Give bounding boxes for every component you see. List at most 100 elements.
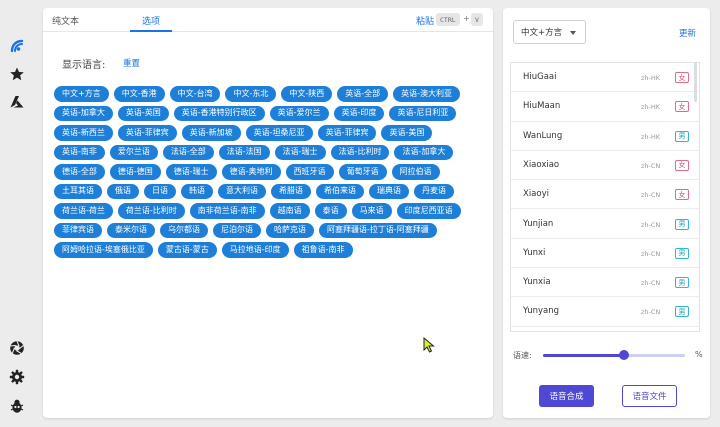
language-chip[interactable]: 俄语 [107, 183, 139, 199]
language-chip[interactable]: 中文-东北 [225, 86, 277, 102]
language-chip[interactable]: 法语-瑞士 [274, 144, 326, 160]
brand-icon[interactable] [8, 37, 26, 55]
language-chip[interactable]: 英语-澳大利亚 [393, 86, 461, 102]
voice-list-scrollbar[interactable] [694, 62, 697, 102]
voice-list-item[interactable]: HiuMaan zh-HK 女 [511, 92, 699, 122]
voice-list-item[interactable]: Yunxi zh-CN 男 [511, 239, 699, 269]
language-chip[interactable]: 英语-菲律宾 [117, 125, 177, 141]
language-chip[interactable]: 德语-德国 [109, 164, 161, 180]
language-chip[interactable]: 英语-英国 [117, 105, 169, 121]
language-chip[interactable]: 英语-香港特别行政区 [173, 105, 265, 121]
language-chip[interactable]: 韩语 [181, 183, 213, 199]
language-chip[interactable]: 英语-爱尔兰 [269, 105, 329, 121]
language-chip[interactable]: 西班牙语 [285, 164, 334, 180]
language-chip[interactable]: 德语-瑞士 [165, 164, 217, 180]
language-chip[interactable]: 希伯来语 [316, 183, 364, 199]
voice-locale: zh-CN [641, 308, 661, 317]
bug-icon[interactable] [8, 397, 26, 415]
language-chip[interactable]: 瑞典语 [369, 183, 409, 199]
voice-list-item[interactable]: WanLung zh-HK 男 [511, 122, 699, 151]
language-chip[interactable]: 中文-台湾 [169, 86, 221, 102]
language-chip[interactable]: 马拉地语-印度 [221, 242, 289, 258]
gender-badge: 女 [675, 189, 689, 201]
language-select[interactable]: 中文+方言 [513, 20, 586, 44]
language-chip[interactable]: 菲律宾语 [54, 222, 102, 238]
language-chip[interactable]: 阿拉伯语 [391, 164, 440, 180]
language-chip[interactable]: 马来语 [351, 203, 392, 219]
language-chip[interactable]: 日语 [144, 183, 176, 199]
language-chip[interactable]: 荷兰语-比利时 [117, 203, 185, 219]
language-chip[interactable]: 土耳其语 [54, 183, 102, 199]
voice-list-item[interactable]: Yunjian zh-CN 男 [511, 210, 699, 239]
gender-badge: 男 [675, 247, 689, 259]
language-chip[interactable]: 英语-菲律宾 [317, 125, 377, 141]
language-chip[interactable]: 中文-陕西 [281, 86, 333, 102]
paste-button[interactable]: 粘贴 [416, 14, 434, 27]
tab-plain-text[interactable]: 纯文本 [52, 14, 79, 27]
language-chip[interactable]: 印度尼西亚语 [396, 203, 461, 219]
language-chip[interactable]: 英语-印度 [333, 105, 385, 121]
language-chip[interactable]: 法语-加拿大 [394, 144, 454, 160]
shortcut-key-ctrl: CTRL [436, 13, 460, 26]
language-chip[interactable]: 蒙古语-蒙古 [157, 242, 217, 258]
language-chip[interactable]: 葡萄牙语 [338, 164, 387, 180]
voice-list: HiuGaai zh-HK 女 HiuMaan zh-HK 女 WanLung zh-HK 男 X… [510, 62, 700, 332]
language-chip[interactable]: 英语-加拿大 [54, 105, 113, 121]
voice-locale: zh-HK [641, 103, 661, 112]
voice-panel: 中文+方言 更新 HiuGaai zh-HK 女 HiuMaan zh-HK 女 WanLu… [503, 8, 710, 418]
language-chip[interactable]: 泰米尔语 [107, 222, 155, 238]
language-chip[interactable]: 爱尔兰语 [109, 144, 158, 160]
language-chip[interactable]: 荷兰语-荷兰 [54, 203, 113, 219]
language-chip[interactable]: 英语-坦桑尼亚 [245, 125, 313, 141]
language-chip[interactable]: 英语-尼日利亚 [389, 105, 457, 121]
language-chip[interactable]: 尼泊尔语 [213, 222, 261, 238]
language-chip[interactable]: 中文+方言 [54, 86, 109, 102]
voice-list-item[interactable]: Xiaoyi zh-CN 女 [511, 180, 699, 210]
language-chip[interactable]: 中文-香港 [113, 86, 165, 102]
language-chip[interactable]: 哈萨克语 [266, 222, 314, 238]
tab-options[interactable]: 选项 [142, 14, 160, 27]
voice-list-item[interactable]: HiuGaai zh-HK 女 [511, 63, 699, 93]
shortcut-plus: + [463, 14, 470, 23]
voice-list-item[interactable]: Yunxia zh-CN 男 [511, 268, 699, 298]
voice-locale: zh-CN [641, 191, 661, 200]
language-chip[interactable]: 南非荷兰语-南非 [189, 203, 265, 219]
synthesize-button[interactable]: 语音合成 [539, 385, 594, 407]
language-chip[interactable]: 德语-全部 [54, 164, 105, 180]
audio-file-button[interactable]: 语音文件 [622, 385, 677, 407]
azure-icon[interactable] [8, 93, 26, 111]
rate-slider[interactable] [543, 350, 685, 360]
reset-button[interactable]: 重置 [123, 57, 140, 69]
language-chip[interactable]: 法语-全部 [162, 144, 214, 160]
voice-list-item[interactable]: Xiaoxiao zh-CN 女 [511, 151, 699, 181]
gender-badge: 男 [675, 277, 689, 289]
voice-locale: zh-CN [641, 220, 661, 229]
language-chip[interactable]: 德语-奥地利 [221, 164, 281, 180]
language-chip[interactable]: 英语-美国 [381, 125, 433, 141]
language-chip[interactable]: 法语-法国 [218, 144, 270, 160]
shortcut-key-v: V [471, 13, 483, 26]
language-chip[interactable]: 乌尔都语 [160, 222, 208, 238]
language-chip[interactable]: 英语-新西兰 [54, 125, 113, 141]
voice-list-item[interactable]: Yunyang zh-CN 男 [511, 297, 699, 327]
rate-slider-handle[interactable] [618, 350, 629, 360]
language-chip[interactable]: 法语-比利时 [330, 144, 390, 160]
gear-icon[interactable] [8, 368, 26, 386]
language-chip[interactable]: 泰语 [314, 203, 347, 219]
language-chip[interactable]: 希腊语 [271, 183, 311, 199]
language-chip[interactable]: 阿塞拜疆语-拉丁语-阿塞拜疆 [319, 222, 437, 238]
update-button[interactable]: 更新 [679, 27, 696, 39]
star-icon[interactable] [8, 65, 26, 83]
language-chip[interactable]: 意大利语 [218, 183, 266, 199]
aperture-icon[interactable] [8, 339, 26, 357]
language-chip[interactable]: 阿姆哈拉语-埃塞俄比亚 [54, 242, 153, 258]
language-chip[interactable]: 英语-全部 [337, 86, 389, 102]
language-chip[interactable]: 英语-新加坡 [181, 125, 241, 141]
voice-name: Yunyang [523, 306, 560, 317]
language-chip[interactable]: 丹麦语 [414, 183, 454, 199]
voice-locale: zh-HK [641, 74, 661, 82]
language-chip[interactable]: 祖鲁语-南非 [293, 242, 353, 258]
sidebar-rail [0, 0, 34, 427]
language-chip[interactable]: 英语-南非 [54, 144, 105, 160]
language-chip[interactable]: 越南语 [269, 203, 310, 219]
